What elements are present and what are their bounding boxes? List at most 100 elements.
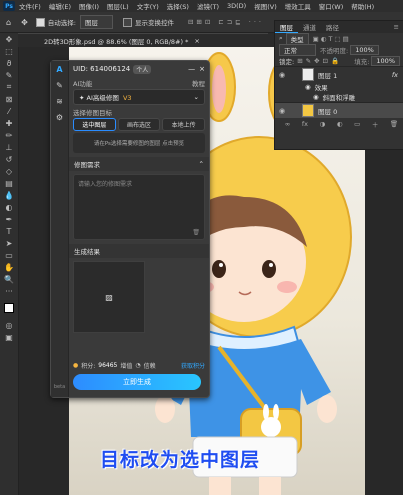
trash-icon[interactable]: 🗑: [192, 229, 200, 236]
menu-plugins[interactable]: 增效工具: [285, 1, 311, 11]
move-tool-icon[interactable]: ✥: [21, 18, 28, 27]
align-icons[interactable]: ⊟⊞⊡ ⊏⊐⊑ ···: [188, 18, 264, 26]
tab-paths[interactable]: 路径: [321, 22, 344, 32]
eye-icon[interactable]: ◉: [278, 107, 286, 115]
effects-label: 效果: [314, 84, 328, 92]
menu-window[interactable]: 窗口(W): [319, 1, 344, 11]
fx-icon[interactable]: fx: [392, 71, 398, 79]
fx-icon[interactable]: fx: [302, 120, 308, 128]
layer-effect-row[interactable]: ◉ 斜面和浮雕: [275, 92, 403, 102]
recharge-link[interactable]: 增值: [120, 361, 132, 370]
mask-icon[interactable]: ◑: [320, 120, 326, 128]
chevron-down-icon: ⌄: [193, 93, 199, 101]
trash-icon[interactable]: 🗑: [390, 120, 398, 128]
gradient-tool-icon[interactable]: ▤: [0, 177, 18, 189]
eye-icon[interactable]: ◉: [313, 93, 319, 101]
blend-mode-dropdown[interactable]: 正常: [279, 43, 316, 56]
panel-menu-icon[interactable]: ≡: [389, 23, 403, 31]
menu-select[interactable]: 选择(S): [167, 1, 189, 11]
zoom-tool-icon[interactable]: 🔍: [0, 273, 18, 285]
close-tab-icon[interactable]: ×: [194, 37, 199, 45]
version-label: beta: [53, 384, 66, 390]
requirement-input[interactable]: 请输入您的修图需求 🗑: [73, 174, 205, 240]
menu-view[interactable]: 视图(V): [254, 1, 277, 11]
folder-icon[interactable]: ▭: [354, 120, 360, 128]
healing-tool-icon[interactable]: ✚: [0, 117, 18, 129]
get-points-link[interactable]: 获取积分: [181, 361, 205, 370]
path-select-tool-icon[interactable]: ➤: [0, 237, 18, 249]
minimize-icon[interactable]: —: [188, 65, 195, 73]
opacity-input[interactable]: 100%: [350, 44, 379, 55]
gear-icon[interactable]: ⚙: [51, 109, 68, 125]
pen-tool-icon[interactable]: ✒: [0, 213, 18, 225]
document-tab[interactable]: 2D转3D形象.psd @ 88.6% (图层 0, RGB/8#) * ×: [18, 33, 268, 47]
document-title: 2D转3D形象.psd @ 88.6% (图层 0, RGB/8#) *: [44, 37, 189, 46]
ai-function-label: AI功能: [73, 79, 93, 88]
rectangle-tool-icon[interactable]: ▭: [0, 249, 18, 261]
link-icon[interactable]: ∞: [285, 120, 290, 128]
target-selected-layer[interactable]: 选中图层: [73, 118, 116, 131]
uid-label: UID: 614006124: [73, 65, 131, 73]
ai-icon: ✦: [79, 94, 87, 102]
quick-select-tool-icon[interactable]: ✎: [0, 69, 18, 81]
image-placeholder-icon: ▨: [105, 292, 113, 302]
history-brush-tool-icon[interactable]: ↺: [0, 153, 18, 165]
pen-icon[interactable]: ✎: [51, 77, 68, 93]
fill-input[interactable]: 100%: [371, 55, 400, 66]
adjustment-icon[interactable]: ◐: [337, 120, 343, 128]
home-icon[interactable]: ⌂: [6, 18, 11, 27]
auto-select-dropdown[interactable]: 图层: [79, 15, 113, 29]
filter-icons[interactable]: ▣◐T⬚▤: [313, 35, 351, 43]
color-swatches-icon[interactable]: [0, 297, 18, 319]
type-tool-icon[interactable]: T: [0, 225, 18, 237]
menu-edit[interactable]: 编辑(E): [49, 1, 71, 11]
user-badge[interactable]: 个人: [133, 64, 152, 74]
frame-tool-icon[interactable]: ⊠: [0, 93, 18, 105]
eye-icon[interactable]: ◉: [278, 71, 286, 79]
quick-mask-icon[interactable]: ◎: [0, 319, 18, 331]
auto-select-checkbox[interactable]: [35, 17, 45, 27]
transform-controls-checkbox[interactable]: [122, 17, 132, 27]
eyedropper-tool-icon[interactable]: ⁄: [0, 105, 18, 117]
menu-type[interactable]: 文字(Y): [137, 1, 159, 11]
brush-tool-icon[interactable]: ✏: [0, 129, 18, 141]
tab-channels[interactable]: 通道: [298, 22, 321, 32]
lock-icons[interactable]: ⊞✎✥⊡🔒: [297, 57, 342, 65]
screen-mode-icon[interactable]: ▣: [0, 331, 18, 343]
eraser-tool-icon[interactable]: ◇: [0, 165, 18, 177]
layer-row[interactable]: ◉ 图层 1 fx: [275, 66, 403, 82]
menu-layer[interactable]: 图层(L): [107, 1, 129, 11]
tutorial-link[interactable]: 教程: [192, 78, 205, 88]
target-canvas-selection[interactable]: 画布选区: [117, 118, 161, 131]
hand-tool-icon[interactable]: ✋: [0, 261, 18, 273]
target-local-upload[interactable]: 本地上传: [162, 118, 206, 131]
more-tools-icon[interactable]: ···: [0, 285, 18, 297]
clone-stamp-tool-icon[interactable]: ⊥: [0, 141, 18, 153]
result-preview[interactable]: ▨: [73, 261, 145, 333]
layer-effect-row[interactable]: ◉ 效果: [275, 82, 403, 92]
menu-filter[interactable]: 滤镜(T): [197, 1, 219, 11]
dodge-tool-icon[interactable]: ◐: [0, 201, 18, 213]
move-tool-icon[interactable]: ✥: [0, 33, 18, 45]
menu-file[interactable]: 文件(F): [19, 1, 41, 11]
target-selector: 选中图层 画布选区 本地上传: [73, 118, 206, 131]
plugin-header: UID: 614006124 个人 — ×: [69, 61, 209, 77]
mode-badge: V3: [122, 94, 132, 102]
eye-icon[interactable]: ◉: [305, 83, 311, 91]
crop-tool-icon[interactable]: ⌗: [0, 81, 18, 93]
new-layer-icon[interactable]: ＋: [372, 119, 379, 129]
requirement-header[interactable]: 修图需求 ⌃: [69, 157, 209, 171]
menu-help[interactable]: 帮助(H): [351, 1, 374, 11]
mode-dropdown[interactable]: ✦ AI高级修图 V3 ⌄: [73, 89, 205, 105]
marquee-tool-icon[interactable]: ⬚: [0, 45, 18, 57]
close-icon[interactable]: ×: [199, 65, 205, 73]
blur-tool-icon[interactable]: 💧: [0, 189, 18, 201]
lasso-tool-icon[interactable]: ϑ: [0, 57, 18, 69]
layer-row[interactable]: ◉ 图层 0: [275, 102, 403, 118]
menu-3d[interactable]: 3D(D): [227, 2, 246, 10]
menu-image[interactable]: 图像(I): [79, 1, 99, 11]
layers-icon[interactable]: ≋: [51, 93, 68, 109]
tab-layers[interactable]: 图层: [275, 22, 298, 33]
lock-fill-row: 锁定: ⊞✎✥⊡🔒 填充: 100%: [275, 55, 403, 66]
generate-button[interactable]: 立即生成: [73, 374, 201, 390]
